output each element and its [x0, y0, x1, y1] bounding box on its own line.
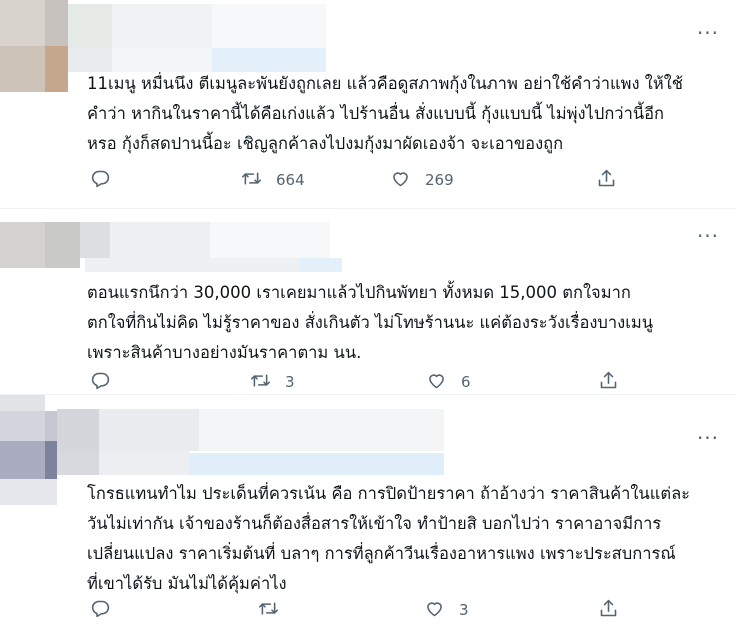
reply-button[interactable] — [90, 598, 111, 622]
like-icon — [424, 598, 445, 623]
tweet-actions: 3 6 — [90, 370, 630, 394]
like-icon — [426, 370, 447, 395]
more-icon[interactable]: ··· — [696, 23, 720, 44]
tweet-actions: 664 269 — [90, 168, 630, 192]
retweet-button[interactable]: 3 — [250, 370, 295, 394]
like-count: 269 — [425, 171, 454, 189]
share-icon — [598, 370, 619, 395]
tweet-actions: 3 — [90, 598, 630, 622]
tweet-3[interactable]: ··· โกรธแทนทำไม ประเด็นที่ควรเน้น คือ กา… — [0, 394, 736, 635]
like-icon — [390, 168, 411, 193]
tweet-2[interactable]: ··· ตอนแรกนึกว่า 30,000 เราเคยมาแล้วไปกิ… — [0, 208, 736, 395]
retweet-icon — [241, 168, 262, 193]
share-icon — [596, 168, 617, 193]
like-button[interactable]: 3 — [424, 598, 469, 622]
reply-icon — [90, 168, 111, 193]
tweet-text: ตอนแรกนึกว่า 30,000 เราเคยมาแล้วไปกินพัท… — [87, 283, 654, 362]
retweet-icon — [250, 370, 271, 395]
share-button[interactable] — [598, 598, 619, 622]
more-icon[interactable]: ··· — [696, 226, 720, 247]
reply-icon — [90, 598, 111, 623]
reply-button[interactable] — [90, 370, 111, 394]
like-button[interactable]: 6 — [426, 370, 471, 394]
more-icon[interactable]: ··· — [696, 428, 720, 449]
tweet-text: โกรธแทนทำไม ประเด็นที่ควรเน้น คือ การปิด… — [87, 484, 691, 593]
retweet-icon — [258, 598, 279, 623]
like-count: 3 — [459, 601, 469, 619]
retweet-button[interactable]: 664 — [241, 168, 305, 192]
like-count: 6 — [461, 373, 471, 391]
like-button[interactable]: 269 — [390, 168, 454, 192]
share-button[interactable] — [596, 168, 617, 192]
reply-icon — [90, 370, 111, 395]
reply-button[interactable] — [90, 168, 111, 192]
share-icon — [598, 598, 619, 623]
retweet-button[interactable] — [258, 598, 293, 622]
tweet-1[interactable]: ··· 11เมนู หมื่นนึง ตีเมนูละพันยังถูกเลย… — [0, 0, 736, 208]
retweet-count: 3 — [285, 373, 295, 391]
tweet-text: 11เมนู หมื่นนึง ตีเมนูละพันยังถูกเลย แล้… — [87, 74, 683, 153]
retweet-count: 664 — [276, 171, 305, 189]
share-button[interactable] — [598, 370, 619, 394]
